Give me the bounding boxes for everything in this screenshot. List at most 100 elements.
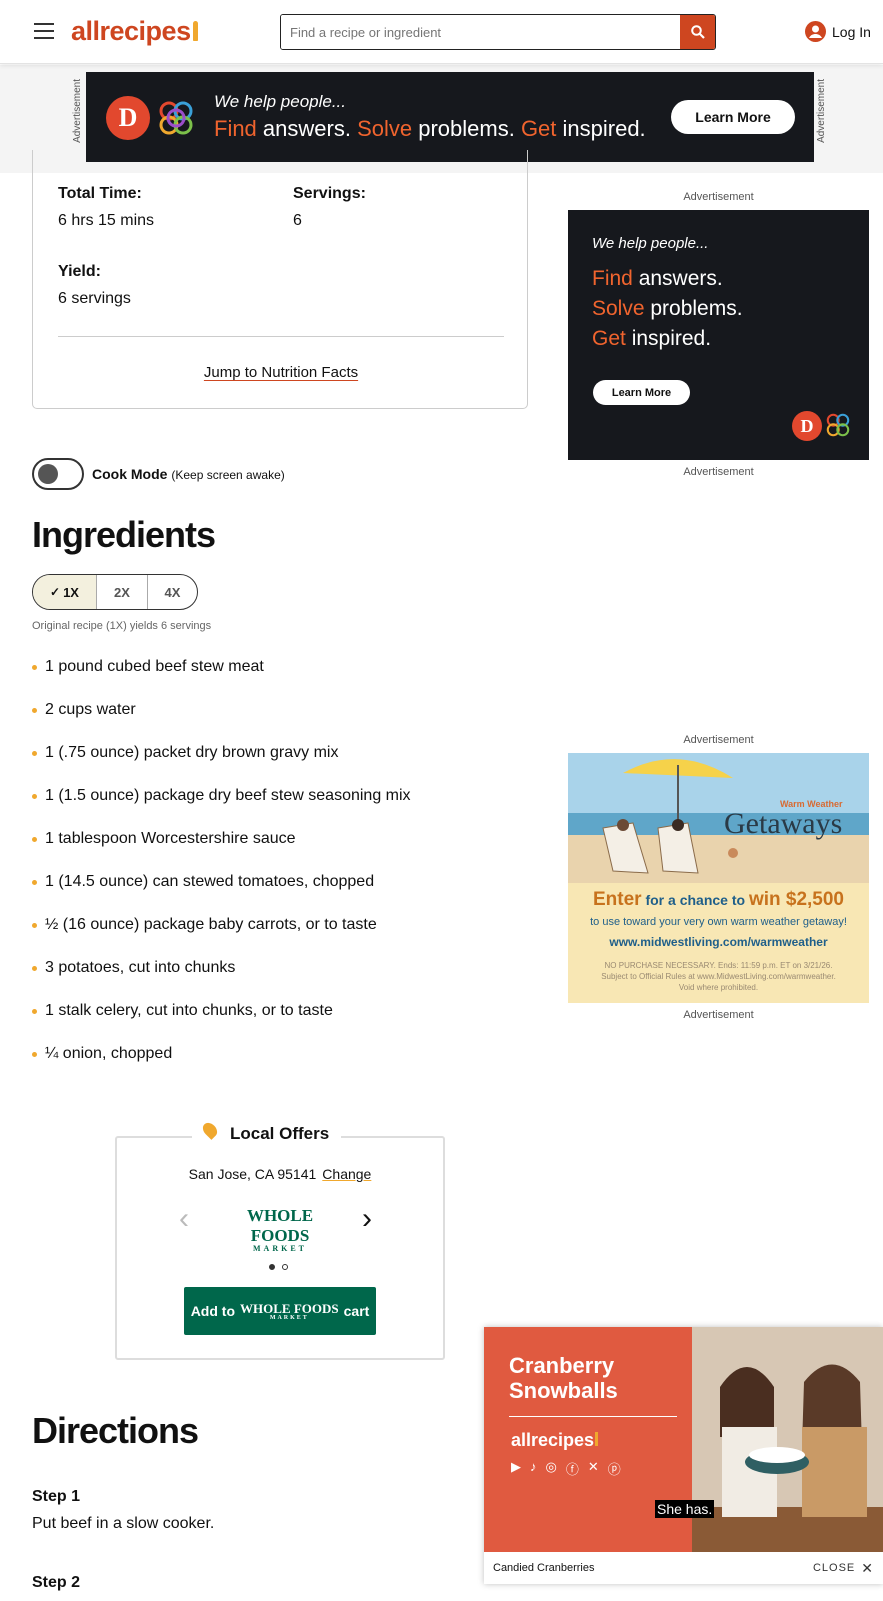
scale-selector: ✓ 1X 2X 4X [32,574,198,610]
total-time-label: Total Time: [58,185,142,202]
location-pin-icon [200,1120,220,1140]
cook-mode-toggle[interactable] [32,458,84,490]
change-location-link[interactable]: Change [322,1166,371,1182]
carousel-dots [269,1264,288,1270]
ingredient-item: 1 tablespoon Worcestershire sauce [32,828,411,871]
side-ad-1-headline: Find answers. Solve problems. Get inspir… [592,267,743,350]
search-button[interactable] [680,15,715,49]
side-ad-1-label-bottom: Advertisement [683,466,754,478]
step-text: Put beef in a slow cooker. [32,1515,215,1532]
ad-headline: Find answers. Solve problems. Get inspir… [214,116,646,141]
ad-label-left: Advertisement [72,79,83,143]
ingredient-item: 1 pound cubed beef stew meat [32,656,411,699]
step-label: Step 1 [32,1488,81,1505]
next-arrow-icon[interactable]: › [362,1202,372,1236]
dotdash-logo-icon: D [792,411,822,441]
recipe-info-box: Total Time: 6 hrs 15 mins Servings: 6 Yi… [32,150,528,409]
search-input[interactable] [281,15,681,49]
local-offers-title: Local Offers [192,1120,342,1144]
video-frame-image [692,1327,883,1552]
dotdash-logo-icon: D [106,96,150,140]
video-title-panel: Cranberry Snowballs allrecipes ▶ ♪ ◎ ⓕ ✕ … [484,1327,692,1552]
ingredient-item: ½ (16 ounce) package baby carrots, or to… [32,914,411,957]
knot-logo-icon [159,101,193,135]
carousel-dot-active[interactable] [269,1264,275,1270]
step-label: Step 2 [32,1574,81,1591]
ingredient-item: 1 (14.5 ounce) can stewed tomatoes, chop… [32,871,411,914]
carousel-dot[interactable] [282,1264,288,1270]
side-ad-2-label-top: Advertisement [683,734,754,746]
ingredient-item: 1 stalk celery, cut into chunks, or to t… [32,1000,411,1043]
site-logo[interactable]: allrecipes [71,16,198,47]
youtube-icon[interactable]: ▶ [511,1459,521,1478]
search-icon [690,25,705,39]
getaways-enter-line: Enter for a chance to win $2,500 [593,889,844,910]
ad-tagline: We help people... [214,92,346,111]
top-ad-banner[interactable]: D We help people... Find answers. Solve … [86,72,814,162]
ingredient-item: ¼ onion, chopped [32,1043,411,1086]
jump-to-nutrition-link[interactable]: Jump to Nutrition Facts [33,364,529,381]
whole-foods-logo[interactable]: WHOLE FOODS MARKET [224,1206,336,1253]
video-footer-title: Candied Cranberries [493,1562,595,1574]
user-icon [805,21,826,42]
prev-arrow-icon[interactable]: ‹ [179,1202,189,1236]
divider [58,336,504,337]
ingredient-item: 1 (1.5 ounce) package dry beef stew seas… [32,785,411,828]
side-ad-1[interactable]: We help people... Find answers. Solve pr… [568,210,869,460]
cook-mode-label: Cook Mode (Keep screen awake) [92,466,285,482]
video-footer: Candied Cranberries CLOSE ✕ [484,1552,883,1584]
getaways-url: www.midwestliving.com/warmweather [609,935,828,949]
instagram-icon[interactable]: ◎ [546,1459,557,1478]
ingredients-heading: Ingredients [32,514,216,555]
ingredient-list: 1 pound cubed beef stew meat 2 cups wate… [32,656,411,1086]
side-ad-2[interactable]: Warm Weather Getaways Enter for a chance… [568,753,869,1003]
x-icon[interactable]: ✕ [588,1459,599,1478]
video-player[interactable]: Cranberry Snowballs allrecipes ▶ ♪ ◎ ⓕ ✕ … [484,1327,883,1584]
toggle-knob [38,464,58,484]
video-frame [692,1327,883,1552]
servings-label: Servings: [293,185,366,202]
ingredient-item: 2 cups water [32,699,411,742]
search-box [280,14,716,50]
side-ad-1-learn-more-button[interactable]: Learn More [593,380,690,405]
add-to-cart-button[interactable]: Add to WHOLE FOODS MARKET cart [184,1287,376,1335]
video-brand-logo: allrecipes [511,1430,599,1451]
scale-option-2x[interactable]: 2X [97,575,148,609]
check-icon: ✓ [50,585,61,599]
yield-label: Yield: [58,263,101,280]
login-link[interactable]: Log In [805,21,871,42]
ad-label-right: Advertisement [816,79,827,143]
video-close-button[interactable]: CLOSE ✕ [813,1560,874,1577]
direction-step: Step 2 [32,1574,80,1601]
yield-value: 6 servings [58,290,131,307]
ad-learn-more-button[interactable]: Learn More [671,100,795,134]
close-icon: ✕ [861,1559,874,1576]
yields-note: Original recipe (1X) yields 6 servings [32,620,212,632]
tiktok-icon[interactable]: ♪ [530,1459,537,1478]
menu-icon[interactable] [34,23,54,39]
video-caption: She has. [655,1500,715,1518]
social-icons: ▶ ♪ ◎ ⓕ ✕ ⓟ [511,1459,621,1478]
knot-logo-icon [826,413,850,437]
pinterest-icon[interactable]: ⓟ [608,1459,621,1478]
servings-value: 6 [293,212,302,229]
side-ad-1-tagline: We help people... [592,235,709,252]
directions-heading: Directions [32,1410,199,1451]
local-offers-box: Local Offers San Jose, CA 95141 Change ‹ … [115,1120,445,1360]
facebook-icon[interactable]: ⓕ [566,1459,579,1478]
getaways-sub: to use toward your very own warm weather… [590,916,847,928]
ingredient-item: 3 potatoes, cut into chunks [32,957,411,1000]
divider [509,1416,677,1417]
getaways-title: Getaways [724,807,843,840]
scale-option-4x[interactable]: 4X [148,575,197,609]
side-ad-1-label-top: Advertisement [683,191,754,203]
scale-option-1x[interactable]: ✓ 1X [33,575,97,609]
direction-step: Step 1 Put beef in a slow cooker. [32,1488,214,1533]
site-header: allrecipes Log In [0,0,883,64]
location-line: San Jose, CA 95141 Change [188,1166,372,1182]
ingredient-item: 1 (.75 ounce) packet dry brown gravy mix [32,742,411,785]
login-label: Log In [832,23,871,40]
total-time-value: 6 hrs 15 mins [58,212,155,229]
getaways-fine-print: NO PURCHASE NECESSARY. Ends: 11:59 p.m. … [601,961,836,992]
video-title: Cranberry Snowballs [509,1353,618,1403]
